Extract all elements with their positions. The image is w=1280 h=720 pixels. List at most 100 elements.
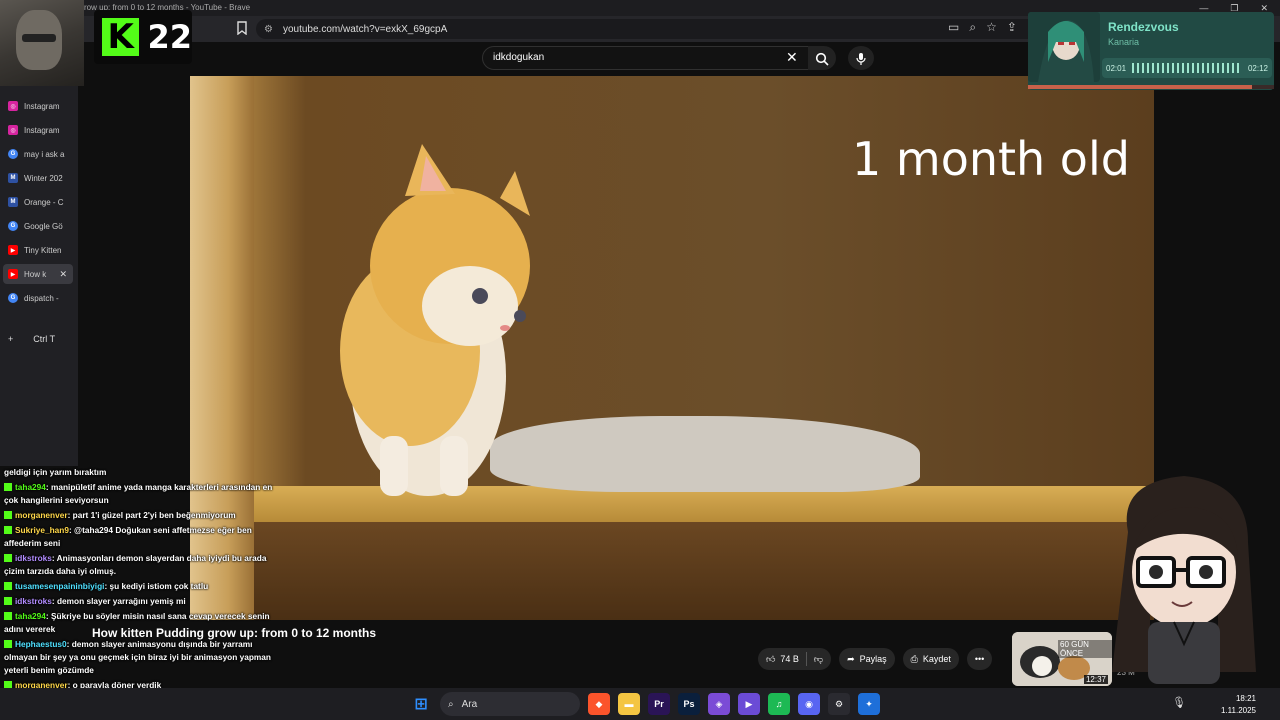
kitten-image xyxy=(340,144,530,496)
track-progress[interactable] xyxy=(1028,85,1274,89)
search-icon xyxy=(815,52,829,66)
linear-icon[interactable]: ▶ xyxy=(738,693,760,715)
chat-username[interactable]: idkstroks xyxy=(15,596,52,606)
now-playing-widget: Rendezvous Kanaria 02:01 02:12 xyxy=(1028,12,1274,90)
stream-chat: geldigi için yarım bıraktım taha294: mani… xyxy=(0,466,286,720)
search-button[interactable] xyxy=(808,46,836,70)
tab-orange[interactable]: M Orange - C xyxy=(3,192,73,212)
chat-text: : şu kediyi istiom çok tatlu xyxy=(104,581,209,591)
kick-badge-icon xyxy=(4,597,12,605)
folder-icon[interactable]: ▬ xyxy=(618,693,640,715)
track-title: Rendezvous xyxy=(1108,20,1179,34)
chat-username[interactable]: morganenver xyxy=(15,510,68,520)
cast-icon[interactable]: ▭ xyxy=(948,20,959,35)
kick-badge-icon xyxy=(4,612,12,620)
clock-time: 18:21 xyxy=(1235,694,1256,703)
microphone-icon xyxy=(856,52,866,65)
microphone-icon[interactable]: 🎙︎ xyxy=(1172,697,1186,709)
album-art xyxy=(1028,12,1100,82)
tab-tiny-kitten[interactable]: ▶ Tiny Kitten xyxy=(3,240,73,260)
spotify-icon[interactable]: ♫ xyxy=(768,693,790,715)
tab-google-search[interactable]: G may i ask a xyxy=(3,144,73,164)
chat-message: idkstroks: Animasyonları demon slayerdan… xyxy=(4,552,282,578)
tab-label: Instagram xyxy=(24,125,60,135)
save-button[interactable]: ⎙ Kaydet xyxy=(902,648,959,670)
bookmark-icon[interactable] xyxy=(236,21,250,37)
thumbs-up-icon: 👍︎ xyxy=(766,653,776,664)
like-count: 74 B xyxy=(780,654,799,664)
clock-date: 1.11.2025 xyxy=(1221,706,1256,715)
share-label: Paylaş xyxy=(859,654,887,664)
tab-how-kitten[interactable]: ▶ How k ✕ xyxy=(3,264,73,284)
more-button[interactable]: ••• xyxy=(966,648,993,670)
kick-badge-icon xyxy=(4,554,12,562)
playback-bar: 02:01 02:12 xyxy=(1102,58,1272,78)
chat-message: Hephaestus0: demon slayer animasyonu dış… xyxy=(4,638,282,677)
kick-badge-icon xyxy=(4,483,12,491)
mal-icon: M xyxy=(8,197,18,207)
discord-icon[interactable]: ◉ xyxy=(798,693,820,715)
tab-label: Winter 202 xyxy=(24,173,63,183)
tab-winter[interactable]: M Winter 202 xyxy=(3,168,73,188)
video-overlay-caption: 1 month old xyxy=(852,132,1130,186)
instagram-icon: ◎ xyxy=(8,101,18,111)
tab-google[interactable]: G Google Gö xyxy=(3,216,73,236)
taskbar-search-label: Ara xyxy=(461,698,478,710)
voice-search-button[interactable] xyxy=(848,46,874,70)
clear-search-icon[interactable]: ✕ xyxy=(786,49,798,66)
webcam-overlay xyxy=(0,0,84,86)
tab-label: may i ask a xyxy=(24,149,65,159)
chat-message: taha294: Şükriye bu söyler misin nasıl s… xyxy=(4,610,282,636)
tab-instagram-1[interactable]: ◎ Instagram xyxy=(3,96,73,116)
share-button[interactable]: ➦ Paylaş xyxy=(839,648,895,670)
app-icon[interactable]: ✦ xyxy=(858,693,880,715)
more-icon: ••• xyxy=(974,654,985,664)
windows-start-icon[interactable]: ⊞ xyxy=(410,693,432,715)
taskbar-clock[interactable]: 18:21 1.11.2025 xyxy=(1221,693,1256,717)
like-button[interactable]: 👍︎ 74 B 👎︎ xyxy=(758,648,832,670)
bookmark-star-icon[interactable]: ☆ xyxy=(986,20,997,35)
chat-message: idkstroks: demon slayer yarrağını yemiş … xyxy=(4,595,282,608)
google-icon: G xyxy=(8,149,18,159)
kick-badge-icon xyxy=(4,511,12,519)
brave-icon[interactable]: ◆ xyxy=(588,693,610,715)
taskbar-apps: ⊞ ⌕ Ara ◆ ▬ Pr Ps ◈ ▶ ♫ ◉ ⚙ ✦ xyxy=(410,692,880,716)
google-icon: G xyxy=(8,221,18,231)
video-player[interactable]: 1 month old xyxy=(190,76,1154,620)
windows-taskbar: ⊞ ⌕ Ara ◆ ▬ Pr Ps ◈ ▶ ♫ ◉ ⚙ ✦ 🎙︎ 18:21 1.11.2025 xyxy=(0,688,1280,720)
tab-label: dispatch - xyxy=(24,293,59,303)
chat-username[interactable]: taha294 xyxy=(15,482,46,492)
kick-badge-icon xyxy=(4,582,12,590)
tab-dispatch[interactable]: G dispatch - xyxy=(3,288,73,308)
chat-username[interactable]: tusamesenpaininbiyigi xyxy=(15,581,104,591)
new-tab-button[interactable]: + Ctrl T xyxy=(8,334,55,344)
video-actions: 👍︎ 74 B 👎︎ ➦ Paylaş ⎙ Kaydet ••• xyxy=(758,648,993,670)
taskbar-search[interactable]: ⌕ Ara xyxy=(440,692,580,716)
search-icon: ⌕ xyxy=(448,698,454,710)
viewer-count: 22 xyxy=(147,18,192,56)
share-icon[interactable]: ⇪ xyxy=(1007,20,1017,35)
chat-username[interactable]: taha294 xyxy=(15,611,46,621)
tab-instagram-2[interactable]: ◎ Instagram xyxy=(3,120,73,140)
share-arrow-icon: ➦ xyxy=(847,653,855,664)
photoshop-icon[interactable]: Ps xyxy=(678,693,700,715)
chat-message: morganenver: part 1'i güzel part 2'yi be… xyxy=(4,509,282,522)
youtube-icon: ▶ xyxy=(8,245,18,255)
chat-username[interactable]: Sukriye_han9 xyxy=(15,525,69,535)
premiere-icon[interactable]: Pr xyxy=(648,693,670,715)
obsidian-icon[interactable]: ◈ xyxy=(708,693,730,715)
close-tab-icon[interactable]: ✕ xyxy=(59,269,67,280)
youtube-icon: ▶ xyxy=(8,269,18,279)
recommended-video-thumbnail[interactable]: 60 GÜN ÖNCE 12:37 xyxy=(1012,632,1112,686)
youtube-search-input[interactable]: idkdogukan xyxy=(482,46,810,70)
steam-icon[interactable]: ⚙ xyxy=(828,693,850,715)
chat-username[interactable]: idkstroks xyxy=(15,553,52,563)
url-text: youtube.com/watch?v=exkX_69gcpA xyxy=(282,23,448,35)
save-icon: ⎙ xyxy=(910,653,918,664)
chat-text: : part 1'i güzel part 2'yi ben beğenmiyo… xyxy=(67,510,236,520)
track-progress-fill xyxy=(1028,85,1252,89)
zoom-icon[interactable]: ⌕ xyxy=(969,20,976,35)
thumbs-down-icon[interactable]: 👎︎ xyxy=(814,654,823,665)
site-settings-icon[interactable]: ⚙ xyxy=(264,24,273,35)
chat-username[interactable]: Hephaestus0 xyxy=(15,639,67,649)
